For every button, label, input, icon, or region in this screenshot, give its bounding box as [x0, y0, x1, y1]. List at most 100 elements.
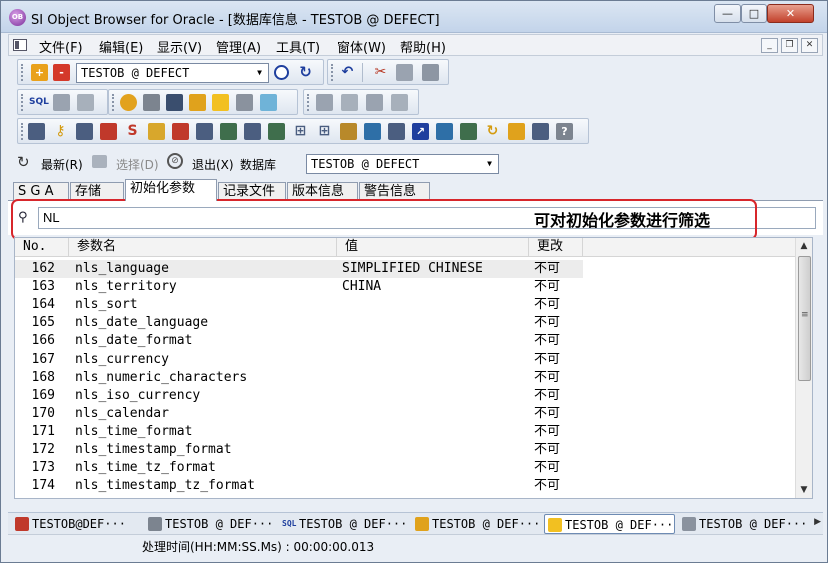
refresh-button[interactable]: 最新(R): [41, 156, 83, 173]
view-icon[interactable]: [76, 123, 93, 140]
tree-icon[interactable]: ⊞: [292, 123, 309, 140]
table-row[interactable]: 166 nls_date_format 不可: [15, 332, 795, 350]
maximize-button[interactable]: □: [741, 4, 767, 23]
snapshot-icon[interactable]: [388, 123, 405, 140]
sql-plan-icon[interactable]: [366, 94, 383, 111]
pages-icon[interactable]: [236, 94, 253, 111]
connection-select[interactable]: TESTOB @ DEFECT ▼: [76, 63, 269, 83]
minimize-button[interactable]: —: [714, 4, 741, 23]
menu-manage[interactable]: 管理(A): [216, 37, 261, 56]
cylinder-icon[interactable]: [212, 94, 229, 111]
function-icon[interactable]: [196, 123, 213, 140]
refresh-icon[interactable]: ↻: [17, 153, 30, 171]
toolbar-grip[interactable]: [21, 64, 24, 81]
column-header-no[interactable]: No.: [15, 238, 69, 257]
exit-button[interactable]: 退出(X): [192, 156, 234, 173]
toolbar-grip[interactable]: [331, 64, 334, 81]
key-icon[interactable]: ⚷: [52, 123, 69, 140]
paste-icon[interactable]: [422, 64, 439, 81]
table-row[interactable]: 167 nls_currency 不可: [15, 351, 795, 369]
help-doc-icon[interactable]: [341, 94, 358, 111]
menu-tools[interactable]: 工具(T): [276, 37, 320, 56]
job-icon[interactable]: ↻: [484, 123, 501, 140]
copy-icon[interactable]: [396, 64, 413, 81]
table-row[interactable]: 165 nls_date_language 不可: [15, 314, 795, 332]
exit-icon[interactable]: ⊘: [167, 153, 183, 169]
toolbar-grip[interactable]: [21, 94, 24, 111]
child-minimize-button[interactable]: _: [761, 38, 778, 53]
circle-status-icon[interactable]: [274, 65, 289, 80]
undo-icon[interactable]: ↶: [339, 64, 356, 81]
menu-help[interactable]: 帮助(H): [400, 37, 446, 56]
lock-icon[interactable]: [189, 94, 206, 111]
directory-icon[interactable]: [436, 123, 453, 140]
title-bar[interactable]: OB SI Object Browser for Oracle - [数据库信息…: [1, 1, 827, 33]
table-row[interactable]: 172 nls_timestamp_format 不可: [15, 441, 795, 459]
document-window-icon[interactable]: [13, 39, 27, 51]
procedure-icon[interactable]: [172, 123, 189, 140]
scrollbar-thumb[interactable]: ≡: [798, 256, 811, 381]
menu-view[interactable]: 显示(V): [157, 37, 202, 56]
child-close-button[interactable]: ✕: [801, 38, 818, 53]
sql-history-icon[interactable]: [53, 94, 70, 111]
export-icon[interactable]: [391, 94, 408, 111]
select-button[interactable]: 选择(D): [116, 156, 159, 173]
window-tab-files[interactable]: TESTOB @ DEF···: [679, 514, 809, 534]
connect-icon[interactable]: +: [31, 64, 48, 81]
column-header-value[interactable]: 值: [337, 238, 529, 257]
toolbar-grip[interactable]: [21, 123, 24, 140]
sequence-icon[interactable]: S: [124, 123, 141, 140]
sql-window-icon[interactable]: [77, 94, 94, 111]
tab-init-params[interactable]: 初始化参数: [125, 179, 217, 201]
column-header-change[interactable]: 更改: [529, 238, 583, 257]
column-header-name[interactable]: 参数名: [69, 238, 337, 257]
window-tab-object-list[interactable]: TESTOB@DEF···: [12, 514, 138, 534]
scroll-down-icon[interactable]: ▼: [796, 482, 812, 498]
printer-icon[interactable]: [166, 94, 183, 111]
trigger-icon[interactable]: [220, 123, 237, 140]
refresh-icon[interactable]: ↻: [297, 64, 314, 81]
recycle-icon[interactable]: [260, 94, 277, 111]
tree-alt-icon[interactable]: ⊞: [316, 123, 333, 140]
vertical-scrollbar[interactable]: ▲ ≡ ▼: [795, 238, 812, 498]
scroll-up-icon[interactable]: ▲: [796, 238, 812, 254]
library-icon[interactable]: [340, 123, 357, 140]
index-icon[interactable]: [244, 123, 261, 140]
table-row[interactable]: 169 nls_iso_currency 不可: [15, 387, 795, 405]
table-row[interactable]: 168 nls_numeric_characters 不可: [15, 369, 795, 387]
toolbar-grip[interactable]: [112, 94, 115, 111]
grid-icon[interactable]: [316, 94, 333, 111]
cut-icon[interactable]: ✂: [372, 64, 389, 81]
user-icon[interactable]: [120, 94, 137, 111]
cluster-icon[interactable]: [268, 123, 285, 140]
table-row[interactable]: 164 nls_sort 不可: [15, 296, 795, 314]
synonym-icon[interactable]: [100, 123, 117, 140]
table-row[interactable]: 171 nls_time_format 不可: [15, 423, 795, 441]
disconnect-icon[interactable]: -: [53, 64, 70, 81]
menu-edit[interactable]: 编辑(E): [99, 37, 143, 56]
toolbar-grip[interactable]: [307, 94, 310, 111]
close-button[interactable]: ✕: [767, 4, 814, 23]
sql-icon[interactable]: SQL: [29, 94, 49, 111]
queue-icon[interactable]: [460, 123, 477, 140]
window-tab-db-info[interactable]: TESTOB @ DEF···: [544, 514, 675, 534]
database-icon[interactable]: [143, 94, 160, 111]
package-icon[interactable]: [148, 123, 165, 140]
window-tab-sql[interactable]: SQL TESTOB @ DEF···: [279, 514, 409, 534]
child-restore-button[interactable]: ❐: [781, 38, 798, 53]
table-row[interactable]: 173 nls_time_tz_format 不可: [15, 459, 795, 477]
menu-window[interactable]: 窗体(W): [337, 37, 386, 56]
java-icon[interactable]: [508, 123, 525, 140]
window-tab-database[interactable]: TESTOB @ DEF···: [145, 514, 275, 534]
table-row[interactable]: 163 nls_territory CHINA 不可: [15, 278, 795, 296]
type-icon[interactable]: [364, 123, 381, 140]
table-row[interactable]: 162 nls_language SIMPLIFIED CHINESE 不可: [15, 260, 583, 278]
table-icon[interactable]: [28, 123, 45, 140]
database-select[interactable]: TESTOB @ DEFECT ▼: [306, 154, 499, 174]
window-tab-security[interactable]: TESTOB @ DEF···: [412, 514, 542, 534]
menu-file[interactable]: 文件(F): [39, 37, 83, 56]
table-row[interactable]: 174 nls_timestamp_tz_format 不可: [15, 477, 795, 495]
table-row[interactable]: 170 nls_calendar 不可: [15, 405, 795, 423]
link-icon[interactable]: ↗: [412, 123, 429, 140]
question-icon[interactable]: ?: [556, 123, 573, 140]
